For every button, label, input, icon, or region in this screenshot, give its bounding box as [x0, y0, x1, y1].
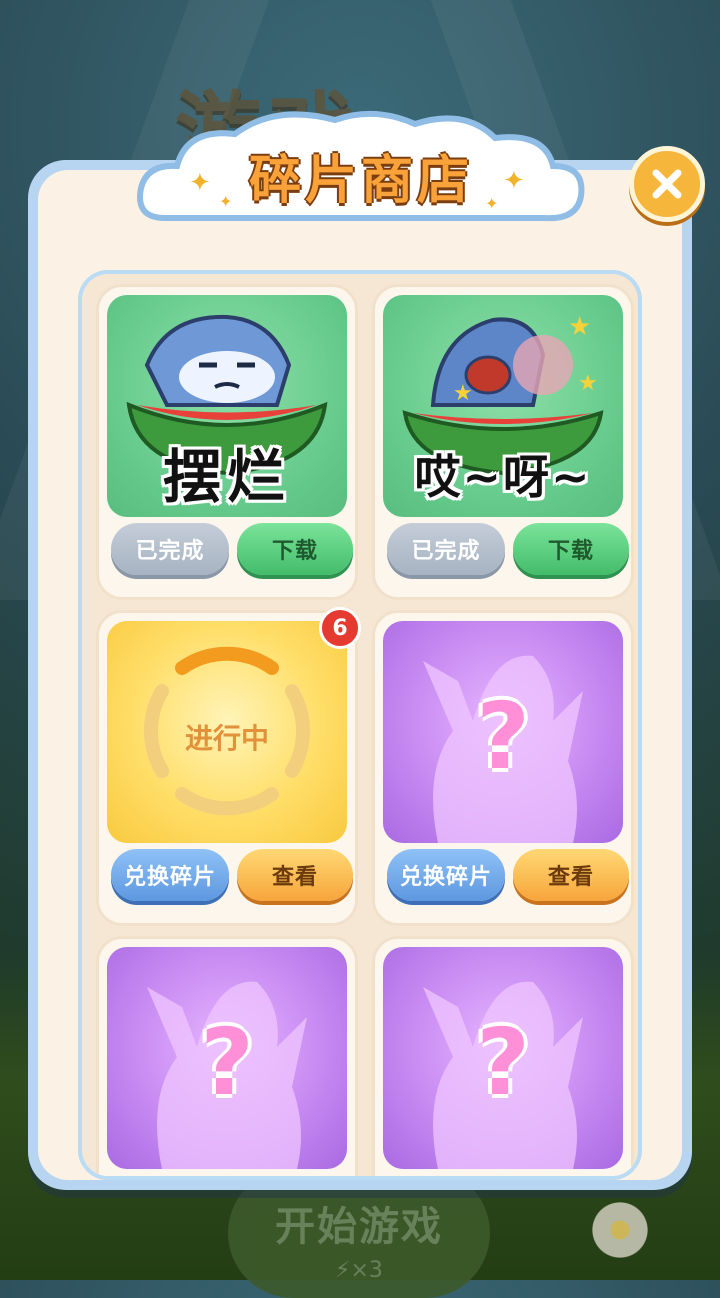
- sticker-caption: 哎~呀~: [414, 450, 592, 504]
- card-grid: 摆烂 已完成 下载 ★ ★ ★ 哎~呀~ 已完成 下载 进行中 6 兑换碎片 查…: [78, 270, 642, 1180]
- view-button[interactable]: 查看: [513, 849, 629, 901]
- progress-image[interactable]: 进行中: [107, 621, 347, 843]
- completed-button[interactable]: 已完成: [387, 523, 505, 575]
- flower-decoration: [588, 1198, 652, 1262]
- mystery-question-mark: ?: [476, 683, 530, 790]
- sticker-image[interactable]: ★ ★ ★ 哎~呀~: [383, 295, 623, 517]
- sticker-card-in-progress: 进行中 6 兑换碎片 查看: [96, 607, 361, 926]
- dialog-title-banner: 碎片商店 ✦ ✦ ✦ ✦: [135, 108, 587, 236]
- mystery-question-mark: ?: [200, 1009, 254, 1116]
- dialog-body: 摆烂 已完成 下载 ★ ★ ★ 哎~呀~ 已完成 下载 进行中 6 兑换碎片 查…: [38, 170, 682, 1180]
- sticker-card-locked: ? 兑换碎片 查看: [372, 610, 634, 926]
- svg-text:★: ★: [568, 312, 591, 342]
- svg-text:★: ★: [453, 381, 473, 406]
- fragment-count-badge: 6: [319, 607, 361, 649]
- sparkle-icon: ✦: [219, 192, 233, 211]
- close-icon: [652, 169, 682, 199]
- sticker-card-aiya: ★ ★ ★ 哎~呀~ 已完成 下载: [372, 284, 634, 600]
- exchange-fragments-button[interactable]: 兑换碎片: [111, 849, 229, 901]
- sparkle-icon: ✦: [189, 168, 211, 198]
- sticker-card-locked: ?: [372, 936, 634, 1176]
- close-button[interactable]: [629, 146, 705, 222]
- svg-text:★: ★: [578, 371, 598, 396]
- mystery-image[interactable]: ?: [383, 621, 623, 843]
- mystery-question-mark: ?: [476, 1009, 530, 1116]
- fragment-shop-dialog: 摆烂 已完成 下载 ★ ★ ★ 哎~呀~ 已完成 下载 进行中 6 兑换碎片 查…: [28, 160, 692, 1190]
- start-game-label: 开始游戏: [275, 1204, 443, 1250]
- exchange-fragments-button[interactable]: 兑换碎片: [387, 849, 505, 901]
- progress-status: 进行中: [184, 722, 269, 755]
- view-button[interactable]: 查看: [237, 849, 353, 901]
- mystery-image[interactable]: ?: [107, 947, 347, 1169]
- mystery-image[interactable]: ?: [383, 947, 623, 1169]
- sticker-card-locked: ?: [96, 936, 358, 1176]
- download-button[interactable]: 下载: [513, 523, 629, 575]
- sticker-image[interactable]: 摆烂: [107, 295, 347, 517]
- sticker-card-bailan: 摆烂 已完成 下载: [96, 284, 358, 600]
- start-game-cost: ⚡×3: [335, 1258, 383, 1283]
- completed-button[interactable]: 已完成: [111, 523, 229, 575]
- download-button[interactable]: 下载: [237, 523, 353, 575]
- sticker-caption: 摆烂: [162, 443, 291, 511]
- sparkle-icon: ✦: [485, 194, 499, 213]
- sparkle-icon: ✦: [503, 166, 525, 196]
